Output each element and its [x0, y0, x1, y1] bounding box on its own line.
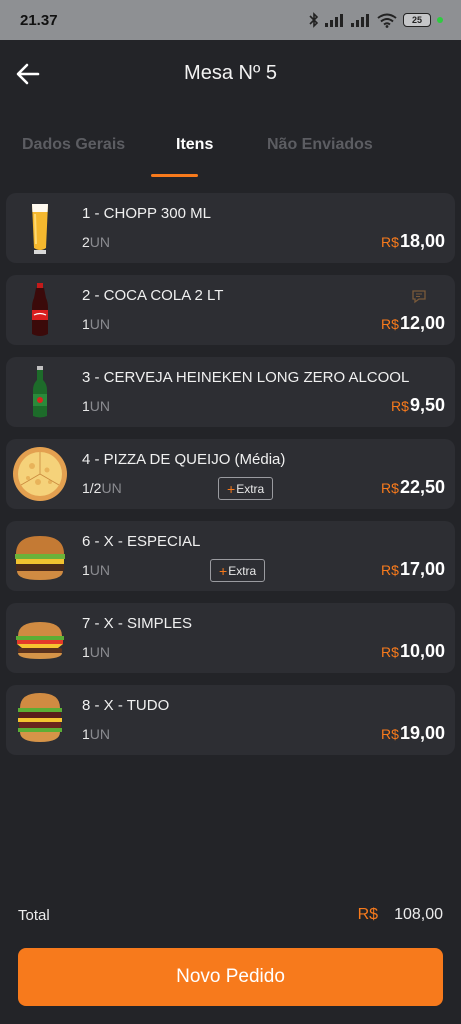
status-bar: 21.37 25: [0, 0, 461, 40]
page-title: Mesa Nº 5: [184, 61, 277, 84]
item-name: 3 - CERVEJA HEINEKEN LONG ZERO ALCOOL: [82, 369, 410, 386]
cola-bottle-icon: [32, 283, 48, 336]
tab-nao-enviados[interactable]: Não Enviados: [267, 136, 373, 154]
item-quantity: 1UN: [82, 644, 111, 660]
back-arrow-icon[interactable]: [14, 60, 42, 88]
extra-button[interactable]: + Extra: [210, 559, 266, 582]
list-item[interactable]: 3 - CERVEJA HEINEKEN LONG ZERO ALCOOL 1U…: [6, 357, 455, 427]
item-name: 6 - X - ESPECIAL: [82, 533, 201, 550]
signal-icon: [325, 14, 343, 27]
list-item[interactable]: 4 - PIZZA DE QUEIJO (Média) 1/2UN + Extra…: [6, 439, 455, 509]
item-price: R$12,00: [381, 313, 445, 333]
item-quantity: 1/2UN: [82, 480, 122, 496]
item-quantity: 2UN: [82, 234, 111, 250]
signal-icon-2: [351, 14, 369, 27]
header: Mesa Nº 5: [0, 40, 461, 106]
beer-glass-icon: [32, 204, 48, 254]
item-price: R$22,50: [381, 477, 445, 497]
item-name: 1 - CHOPP 300 ML: [82, 205, 211, 222]
privacy-indicator-dot: [437, 17, 443, 23]
item-price: R$18,00: [381, 231, 445, 251]
total-value: R$ 108,00: [357, 906, 443, 923]
list-item[interactable]: 7 - X - SIMPLES 1UN R$10,00: [6, 603, 455, 673]
cheese-pizza-icon: [13, 447, 67, 501]
wifi-icon: [377, 13, 397, 28]
list-item[interactable]: 1 - CHOPP 300 ML 2UN R$18,00: [6, 193, 455, 263]
bluetooth-icon: [309, 12, 319, 28]
item-name: 2 - COCA COLA 2 LT: [82, 287, 224, 304]
item-price: R$19,00: [381, 723, 445, 743]
active-tab-indicator: [151, 174, 198, 177]
item-price: R$9,50: [391, 395, 445, 415]
item-quantity: 1UN: [82, 398, 111, 414]
item-price: R$17,00: [381, 559, 445, 579]
extra-button[interactable]: + Extra: [218, 477, 274, 500]
total-label: Total: [18, 906, 50, 924]
battery-icon: 25: [403, 13, 431, 27]
tab-dados-gerais[interactable]: Dados Gerais: [22, 136, 125, 154]
new-order-button[interactable]: Novo Pedido: [18, 948, 443, 1006]
item-name: 7 - X - SIMPLES: [82, 615, 193, 632]
total-row: Total R$ 108,00: [18, 902, 443, 928]
tab-bar: Dados Gerais Itens Não Enviados: [0, 128, 461, 180]
status-icons: 25: [309, 12, 443, 28]
item-quantity: 1UN: [82, 316, 111, 332]
item-name: 8 - X - TUDO: [82, 697, 170, 714]
note-comment-icon[interactable]: [411, 289, 429, 305]
item-quantity: 1UN: [82, 726, 111, 742]
burger-icon: [15, 536, 65, 580]
list-item[interactable]: 8 - X - TUDO 1UN R$19,00: [6, 685, 455, 755]
burger-icon: [16, 622, 64, 659]
green-beer-bottle-icon: [33, 366, 47, 418]
list-item[interactable]: 6 - X - ESPECIAL 1UN + Extra R$17,00: [6, 521, 455, 591]
list-item[interactable]: 2 - COCA COLA 2 LT 1UN R$12,00: [6, 275, 455, 345]
item-price: R$10,00: [381, 641, 445, 661]
item-quantity: 1UN: [82, 562, 111, 578]
item-name: 4 - PIZZA DE QUEIJO (Média): [82, 451, 286, 468]
status-time: 21.37: [20, 11, 58, 29]
tab-itens[interactable]: Itens: [176, 136, 213, 154]
tall-burger-icon: [18, 693, 62, 742]
